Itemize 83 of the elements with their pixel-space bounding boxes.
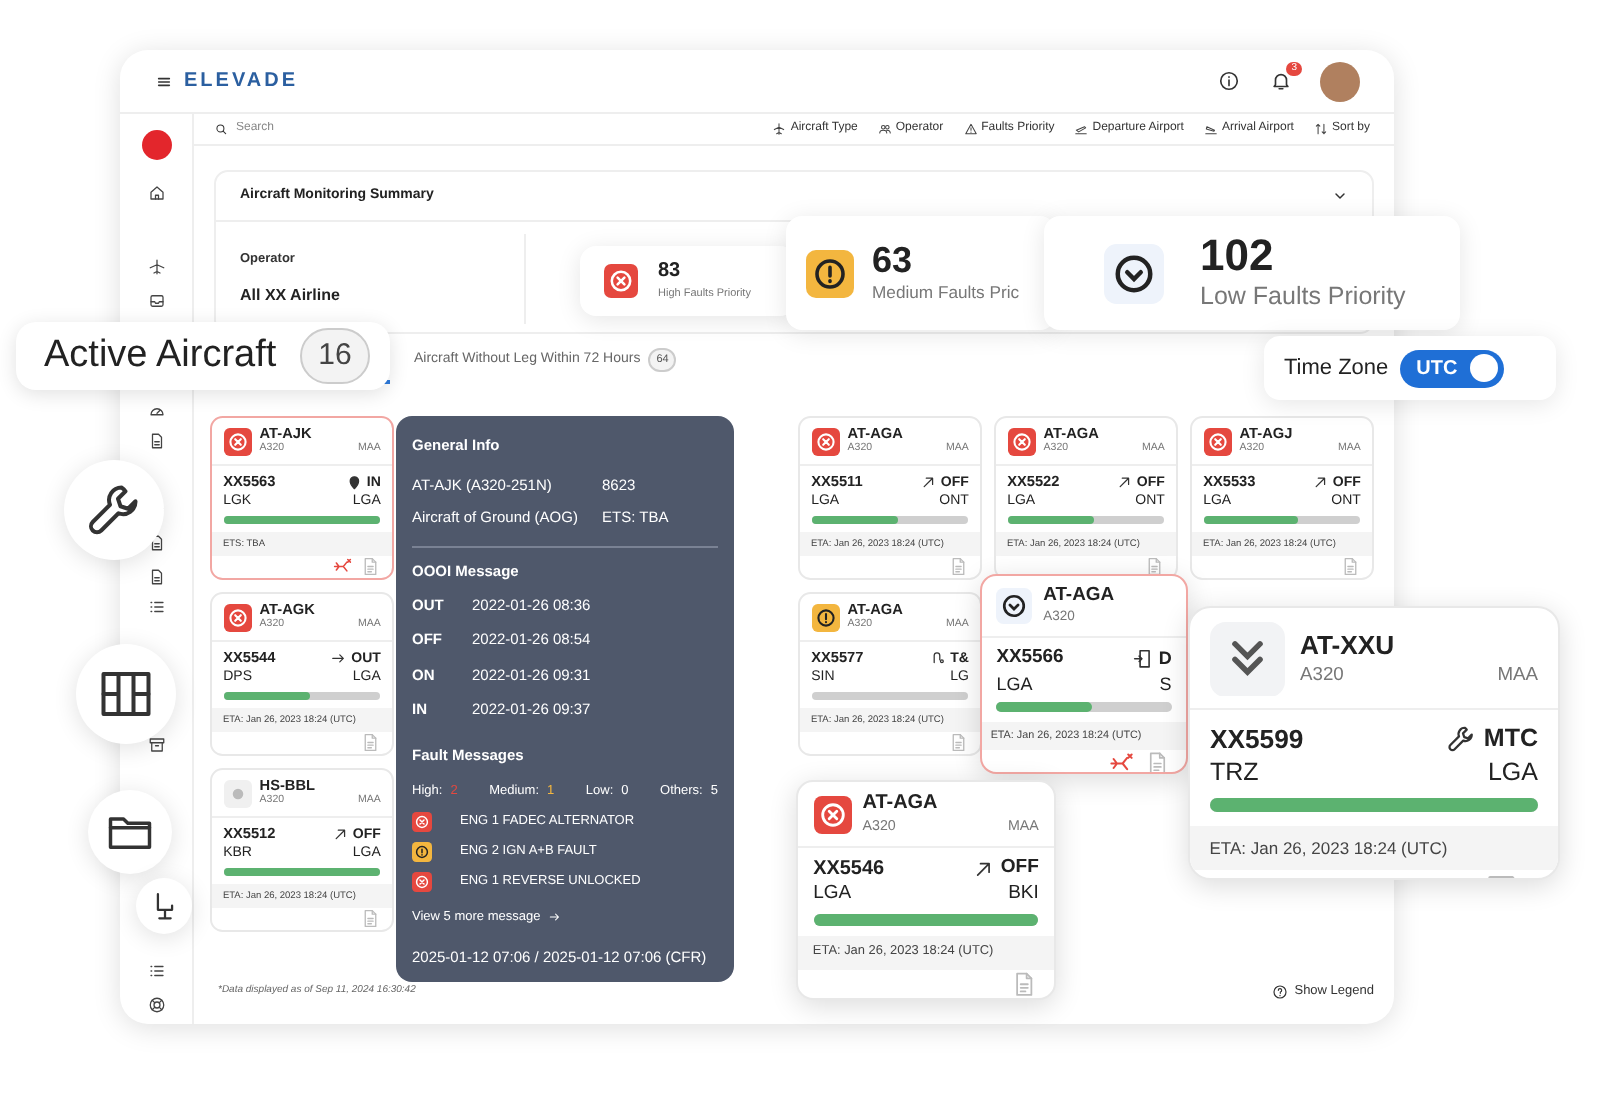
aircraft-card[interactable]: AT-XXU A320 MAA XX5599 MTC TRZ LGA ETA: Jan 26, 2023 18:24 (UTC) [1188,606,1560,880]
origin-airport: LGA [813,882,852,909]
app-logo: ELEVADE [184,68,298,96]
icon-bubble[interactable] [88,790,172,874]
document-icon[interactable] [147,432,165,450]
icon-bubble[interactable] [76,644,176,744]
list-icon[interactable] [147,962,165,980]
flight-status: MTC [1483,722,1538,756]
stat-label: Low Faults Priority [1200,284,1406,312]
flight-status: D [1158,646,1172,671]
info-icon[interactable] [1218,70,1240,92]
warning-icon [811,604,840,632]
error-icon [1203,428,1232,456]
list-icon[interactable] [147,598,165,616]
door-icon [1131,647,1154,670]
origin-airport: LGA [996,671,1033,696]
eta-text: ETA: Jan 26, 2023 18:24 (UTC) [1190,826,1558,871]
arrow-up-right-icon [331,826,349,844]
home-icon[interactable] [147,184,165,202]
inbox-icon[interactable] [147,292,165,310]
destination-airport: S [1159,671,1172,696]
warning-icon [412,842,432,862]
plane-alert-icon[interactable] [1108,749,1136,772]
search-icon [214,122,228,136]
chevron-down-icon[interactable] [1332,188,1348,204]
double-chevron-icon [1210,621,1285,697]
error-icon [412,812,432,832]
arrow-up-right-icon [1115,474,1133,492]
arrow-up-right-icon [972,857,996,881]
origin-airport: TRZ [1210,756,1259,791]
arrow-up-right-icon [919,474,937,492]
wrench-icon [1446,723,1477,754]
takeoff-icon [1074,122,1089,136]
flight-status: OFF [1000,856,1039,883]
arrow-right-icon [330,650,348,668]
destination-airport: BKI [1008,882,1039,909]
plane-icon [772,122,787,136]
warning-triangle-icon [963,122,978,136]
landing-icon [1203,122,1218,136]
menu-icon[interactable] [156,73,172,89]
error-icon [223,604,252,632]
timezone-toggle[interactable]: UTC [1400,349,1504,387]
loop-arrow-icon [929,650,946,668]
error-icon [811,428,840,456]
registration: AT-AGA [1043,585,1117,608]
plane-alert-icon[interactable] [331,556,353,578]
error-icon [813,795,852,834]
warning-icon [806,249,854,297]
pin-icon [345,474,363,492]
error-icon [412,872,432,892]
tab[interactable]: Active Aircraft 16 [16,322,390,390]
arrow-up-right-icon [1311,474,1329,492]
flight-number: XX5546 [813,855,885,883]
icon-bubble[interactable] [64,460,164,560]
registration: AT-AGA [862,792,940,816]
flight-number: XX5566 [996,646,1064,672]
bell-icon[interactable] [1270,70,1292,92]
station-code: MAA [1497,662,1538,689]
gauge-icon[interactable] [147,402,165,420]
document-icon[interactable] [147,568,165,586]
error-icon [604,264,638,298]
stat-count: 102 [1200,234,1276,279]
destination-airport: LGA [1487,756,1538,791]
archive-icon[interactable] [147,736,165,754]
help-icon [1272,984,1289,1000]
airline-logo[interactable] [141,130,171,160]
sort-icon [1313,122,1328,136]
timezone-label: Time Zone [1284,353,1389,384]
aircraft-type: A320 [1300,662,1344,689]
arrow-right-icon [548,910,563,925]
stat-count: 83 [658,261,683,282]
operator-value: All XX Airline [240,283,342,308]
flight-number: XX5599 [1210,721,1304,757]
people-icon [877,122,892,136]
avatar[interactable] [1320,61,1360,101]
stat-count: 63 [872,242,915,279]
error-icon [1007,428,1036,456]
error-icon [223,428,252,456]
lifebuoy-icon[interactable] [147,996,165,1014]
stat-label: Medium Faults Pric [872,284,1020,304]
count-badge: 16 [300,327,370,385]
plane-icon[interactable] [147,258,165,276]
registration: AT-XXU [1300,630,1397,661]
